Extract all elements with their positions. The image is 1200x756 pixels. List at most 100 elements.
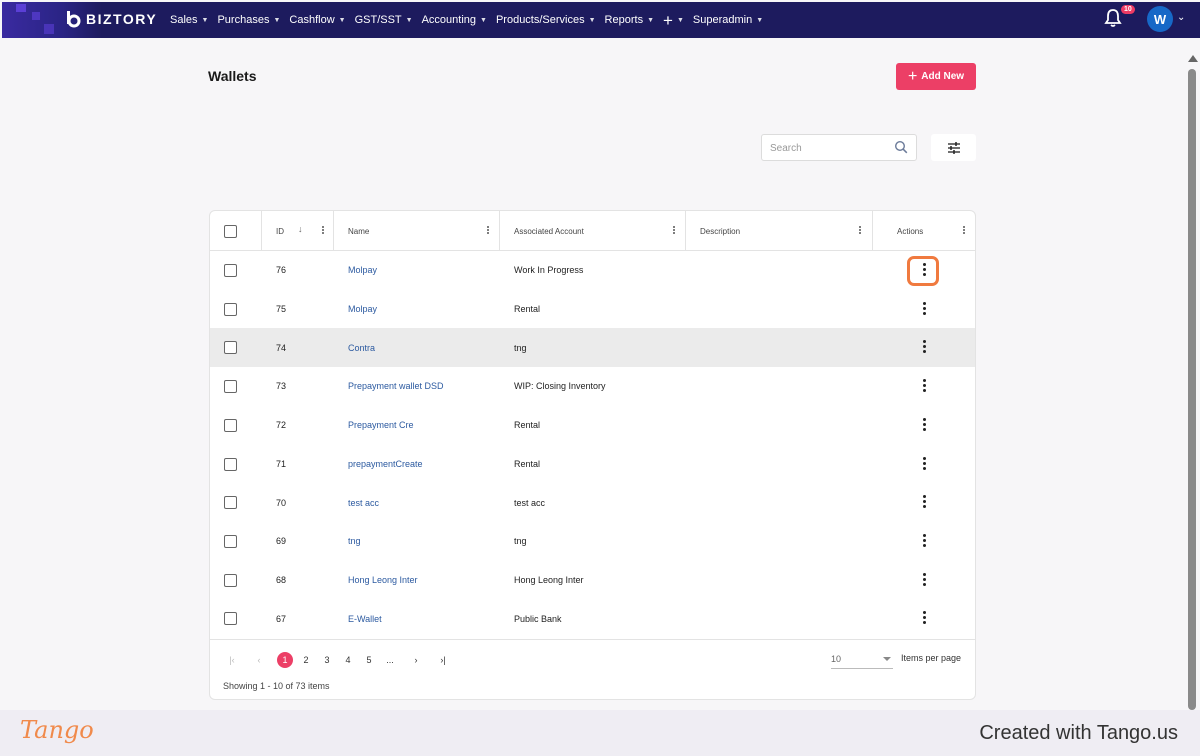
column-menu-icon[interactable]	[321, 225, 325, 237]
page-button[interactable]: 5	[361, 652, 377, 668]
cell-name-link[interactable]: test acc	[348, 483, 379, 522]
column-header-description[interactable]: Description	[700, 211, 740, 251]
row-checkbox[interactable]	[224, 612, 237, 626]
row-checkbox[interactable]	[224, 264, 237, 277]
column-menu-icon[interactable]	[486, 225, 490, 237]
page-ellipsis-button[interactable]: ...	[382, 652, 398, 668]
menu-products-services[interactable]: Products/Services ▼	[496, 14, 596, 26]
page-size-select[interactable]: 10	[831, 651, 893, 669]
page-button[interactable]: 4	[340, 652, 356, 668]
row-actions-menu-icon[interactable]	[916, 456, 932, 473]
notification-badge: 10	[1121, 5, 1135, 14]
page-button-current[interactable]: 1	[277, 652, 293, 668]
search-icon[interactable]	[894, 140, 908, 154]
row-actions-menu-icon[interactable]	[916, 301, 932, 318]
row-actions-menu-icon[interactable]	[916, 610, 932, 627]
sort-descending-icon[interactable]: ↓	[298, 224, 303, 234]
bell-icon[interactable]	[1104, 8, 1122, 28]
row-checkbox[interactable]	[224, 302, 237, 316]
row-actions-menu-icon[interactable]	[916, 572, 932, 589]
row-checkbox[interactable]	[224, 418, 237, 432]
table-row[interactable]: 74 Contra tng	[210, 328, 975, 368]
page-button[interactable]: 2	[298, 652, 314, 668]
add-new-button[interactable]: + Add New	[896, 63, 976, 90]
cell-name-link[interactable]: Molpay	[348, 290, 377, 329]
previous-page-icon[interactable]: ‹	[251, 652, 267, 668]
page-title: Wallets	[208, 68, 257, 84]
table-row[interactable]: 73 Prepayment wallet DSD WIP: Closing In…	[210, 367, 975, 406]
row-actions-menu-icon[interactable]	[916, 417, 932, 434]
cell-name-link[interactable]: Hong Leong Inter	[348, 561, 418, 600]
user-avatar[interactable]: W	[1147, 6, 1173, 32]
page-button[interactable]: 3	[319, 652, 335, 668]
column-divider	[499, 211, 500, 251]
cell-id: 71	[276, 458, 287, 469]
cell-name-link[interactable]: prepaymentCreate	[348, 445, 423, 484]
row-checkbox[interactable]	[224, 380, 237, 394]
cell-id: 72	[276, 420, 287, 431]
cell-associated-account: tng	[514, 342, 527, 353]
cell-name-link[interactable]: Prepayment Cre	[348, 406, 414, 445]
menu-purchases[interactable]: Purchases ▼	[217, 14, 280, 26]
menu-accounting[interactable]: Accounting ▼	[422, 14, 487, 26]
decorative-pixel	[32, 12, 40, 20]
table-row[interactable]: 70 test acc test acc	[210, 483, 975, 522]
cell-associated-account: WIP: Closing Inventory	[514, 381, 606, 392]
row-actions-menu-icon[interactable]	[916, 262, 932, 279]
cell-name-link[interactable]: Contra	[348, 328, 375, 367]
select-all-checkbox[interactable]	[224, 225, 237, 238]
cell-id: 70	[276, 497, 287, 508]
column-header-id[interactable]: ID	[276, 211, 284, 251]
cell-id: 67	[276, 613, 287, 624]
first-page-icon[interactable]: |‹	[224, 652, 240, 668]
table-row[interactable]: 75 Molpay Rental	[210, 290, 975, 329]
cell-name-link[interactable]: Molpay	[348, 251, 377, 290]
vertical-scrollbar[interactable]	[1185, 40, 1200, 710]
cell-name-link[interactable]: E-Wallet	[348, 599, 382, 638]
scrollbar-thumb[interactable]	[1188, 69, 1196, 710]
row-checkbox[interactable]	[224, 496, 237, 510]
page-size-label: Items per page	[901, 653, 962, 663]
row-actions-menu-icon[interactable]	[916, 378, 932, 395]
chevron-down-icon[interactable]: ⌄	[1177, 12, 1185, 23]
row-checkbox[interactable]	[224, 341, 237, 355]
last-page-icon[interactable]: ›|	[435, 652, 451, 668]
menu-superadmin[interactable]: Superadmin ▼	[693, 14, 763, 26]
column-menu-icon[interactable]	[672, 225, 676, 237]
row-actions-menu-icon[interactable]	[916, 494, 932, 511]
column-menu-icon[interactable]	[858, 225, 862, 237]
menu-reports[interactable]: Reports ▼	[605, 14, 654, 26]
table-row[interactable]: 68 Hong Leong Inter Hong Leong Inter	[210, 561, 975, 600]
table-row[interactable]: 69 tng tng	[210, 522, 975, 561]
table-row[interactable]: 67 E-Wallet Public Bank	[210, 599, 975, 638]
next-page-icon[interactable]: ›	[408, 652, 424, 668]
column-header-name[interactable]: Name	[348, 211, 369, 251]
row-checkbox[interactable]	[224, 457, 237, 471]
menu-cashflow[interactable]: Cashflow ▼	[289, 14, 345, 26]
wallets-table: ID ↓ Name Associated Account Description…	[209, 210, 976, 700]
row-actions-menu-icon[interactable]	[916, 339, 932, 356]
brand-logo[interactable]: BIZTORY	[64, 10, 157, 28]
menu-label: Cashflow	[289, 14, 335, 26]
column-menu-icon[interactable]	[962, 225, 966, 237]
table-row[interactable]: 71 prepaymentCreate Rental	[210, 445, 975, 484]
table-row[interactable]: 72 Prepayment Cre Rental	[210, 406, 975, 445]
cell-name-link[interactable]: Prepayment wallet DSD	[348, 367, 444, 406]
menu-sales[interactable]: Sales ▼	[170, 14, 208, 26]
row-checkbox[interactable]	[224, 573, 237, 587]
scroll-up-arrow-icon[interactable]	[1188, 55, 1198, 62]
cell-associated-account: Rental	[514, 420, 541, 431]
decorative-pixel	[16, 4, 26, 12]
filter-settings-button[interactable]	[931, 134, 976, 161]
column-header-actions: Actions	[897, 226, 924, 236]
column-header-associated-account[interactable]: Associated Account	[514, 211, 584, 251]
table-row[interactable]: 76 Molpay Work In Progress	[210, 251, 975, 290]
tango-logo: Tango	[20, 716, 94, 744]
row-actions-menu-icon[interactable]	[916, 533, 932, 550]
row-checkbox[interactable]	[224, 534, 237, 548]
menu-gst-sst[interactable]: GST/SST ▼	[355, 14, 413, 26]
cell-name-link[interactable]: tng	[348, 522, 361, 561]
caret-down-icon: ▼	[647, 16, 655, 24]
menu-quick-create[interactable]: + ▼	[663, 12, 684, 29]
add-new-label: Add New	[921, 71, 965, 82]
